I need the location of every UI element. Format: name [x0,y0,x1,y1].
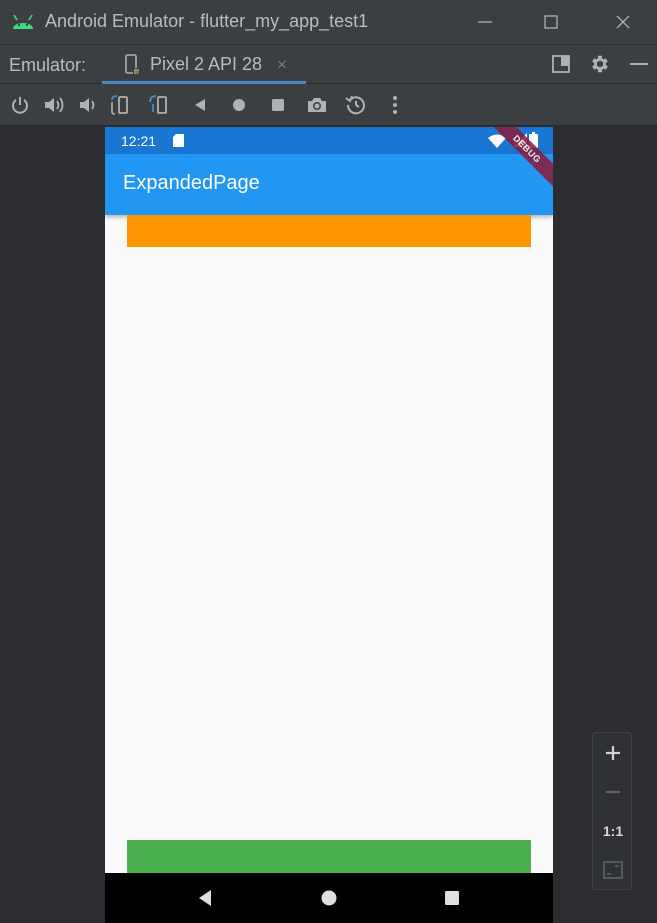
overview-button[interactable] [266,93,290,117]
volume-up-icon [45,97,64,113]
minimize-icon [478,21,492,23]
device-screen[interactable]: 12:21 ExpandedPage DEBUG [105,127,553,923]
power-button[interactable] [8,93,32,117]
minimize-button[interactable] [462,0,508,44]
zoom-ratio-label: 1:1 [602,823,624,839]
tab-label: Pixel 2 API 28 [150,54,263,74]
home-button[interactable] [227,93,251,117]
green-box [127,840,531,873]
snapshot-button[interactable] [344,93,368,117]
zoom-actual-size-button[interactable]: 1:1 [593,813,633,849]
orange-box [127,215,531,247]
snapshot-icon [345,95,365,115]
nav-recents-icon [445,891,459,905]
layout-toggle-button[interactable] [548,51,574,77]
power-icon [12,97,28,114]
status-time: 12:21 [121,133,157,149]
tab-pixel-2[interactable]: Pixel 2 API 28 × [102,45,306,85]
status-bar: 12:21 [105,127,553,154]
nav-back-icon [199,890,211,906]
hide-panel-button[interactable] [626,51,652,77]
home-icon [233,99,245,111]
nav-recents-button[interactable] [440,886,464,910]
camera-icon [308,98,326,112]
gear-icon [592,55,608,73]
screenshot-button[interactable] [305,93,329,117]
maximize-button[interactable] [528,0,574,44]
nav-home-button[interactable] [317,886,341,910]
sd-card-icon [173,134,184,147]
back-icon [195,99,205,111]
plus-icon [606,746,620,760]
panel-layout-icon [552,55,570,73]
emulator-label: Emulator: [9,55,87,75]
close-button[interactable] [600,0,646,44]
maximize-icon [544,15,558,29]
app-bar: ExpandedPage [105,154,553,215]
tab-bar: Emulator: Pixel 2 API 28 × [0,44,657,85]
more-button[interactable] [383,93,407,117]
emulator-toolbar [0,84,657,126]
volume-up-button[interactable] [42,93,66,117]
nav-back-button[interactable] [193,886,217,910]
volume-down-icon [80,98,95,112]
android-icon [13,14,33,29]
settings-button[interactable] [587,51,613,77]
overview-icon [272,99,284,111]
zoom-out-button[interactable] [593,774,633,810]
device-icon [125,54,139,74]
rotate-left-button[interactable] [109,93,133,117]
back-button[interactable] [188,93,212,117]
more-icon [393,96,397,114]
close-icon [616,15,630,29]
emulator-window: Android Emulator - flutter_my_app_test1 … [0,0,657,923]
zoom-panel: 1:1 [592,732,632,890]
nav-home-icon [321,890,337,906]
navigation-bar [105,873,553,923]
minus-icon [630,63,648,65]
rotate-left-icon [111,95,128,115]
minus-icon [606,790,620,794]
rotate-right-icon [149,95,167,114]
zoom-fit-button[interactable] [593,852,633,888]
volume-down-button[interactable] [76,93,100,117]
tab-close-icon[interactable]: × [277,55,287,75]
rotate-right-button[interactable] [148,93,172,117]
window-title: Android Emulator - flutter_my_app_test1 [45,11,369,31]
title-bar: Android Emulator - flutter_my_app_test1 [0,0,657,44]
fit-screen-icon [603,861,623,879]
zoom-in-button[interactable] [593,735,633,771]
page-title: ExpandedPage [123,172,260,194]
